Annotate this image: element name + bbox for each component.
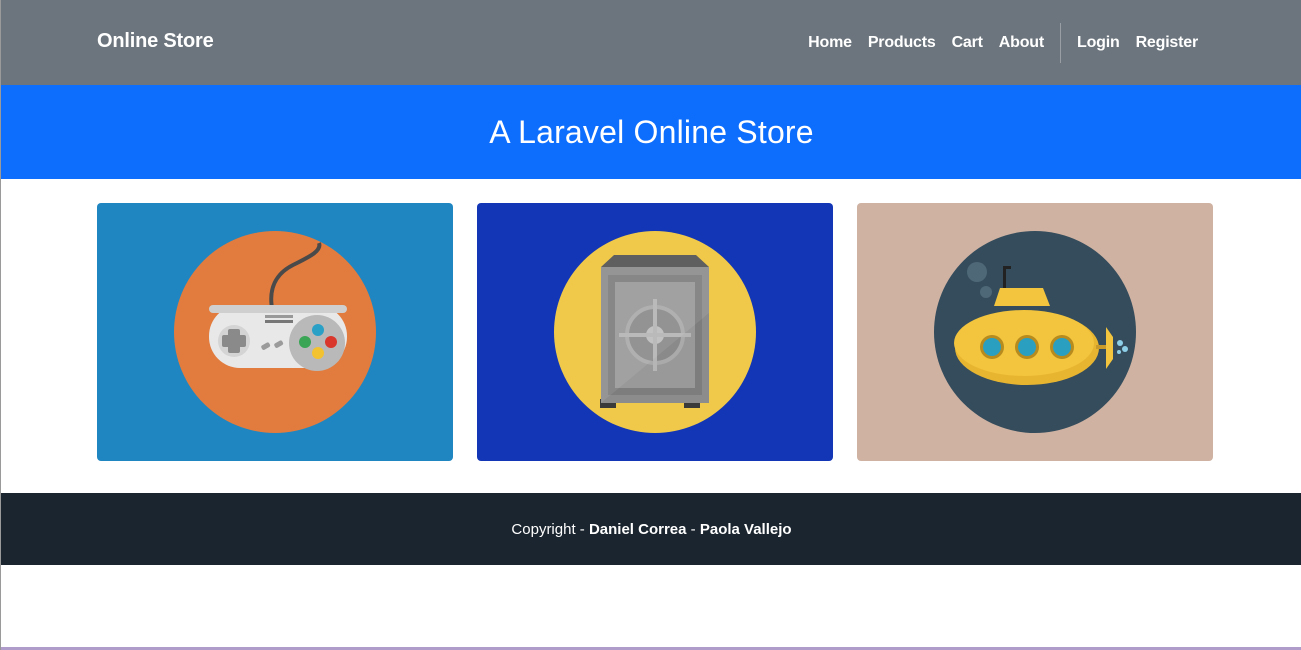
card-safe[interactable] bbox=[477, 203, 833, 461]
safe-icon bbox=[554, 231, 756, 433]
footer-separator: - bbox=[686, 520, 700, 538]
nav-links: Home Products Cart About Login Register bbox=[800, 0, 1206, 85]
brand-link[interactable]: Online Store bbox=[97, 30, 214, 53]
hero-banner: A Laravel Online Store bbox=[1, 85, 1301, 179]
card-game-controller[interactable] bbox=[97, 203, 453, 461]
game-controller-icon bbox=[174, 231, 376, 433]
footer-author-2: Paola Vallejo bbox=[699, 520, 792, 538]
nav-register-link[interactable]: Register bbox=[1128, 34, 1206, 52]
footer-copyright-prefix: Copyright - bbox=[511, 520, 589, 538]
nav-login-link[interactable]: Login bbox=[1069, 34, 1128, 52]
footer: Copyright - Daniel Correa - Paola Vallej… bbox=[1, 493, 1301, 565]
nav-cart-link[interactable]: Cart bbox=[944, 34, 991, 52]
nav-products-link[interactable]: Products bbox=[860, 34, 944, 52]
nav-divider bbox=[1060, 22, 1062, 63]
card-submarine[interactable] bbox=[857, 203, 1213, 461]
hero-title: A Laravel Online Store bbox=[489, 113, 814, 150]
footer-author-1: Daniel Correa bbox=[588, 520, 687, 538]
nav-home-link[interactable]: Home bbox=[800, 34, 860, 52]
nav-about-link[interactable]: About bbox=[991, 34, 1052, 52]
navbar: Online Store Home Products Cart About Lo… bbox=[1, 0, 1301, 85]
submarine-icon bbox=[934, 231, 1136, 433]
